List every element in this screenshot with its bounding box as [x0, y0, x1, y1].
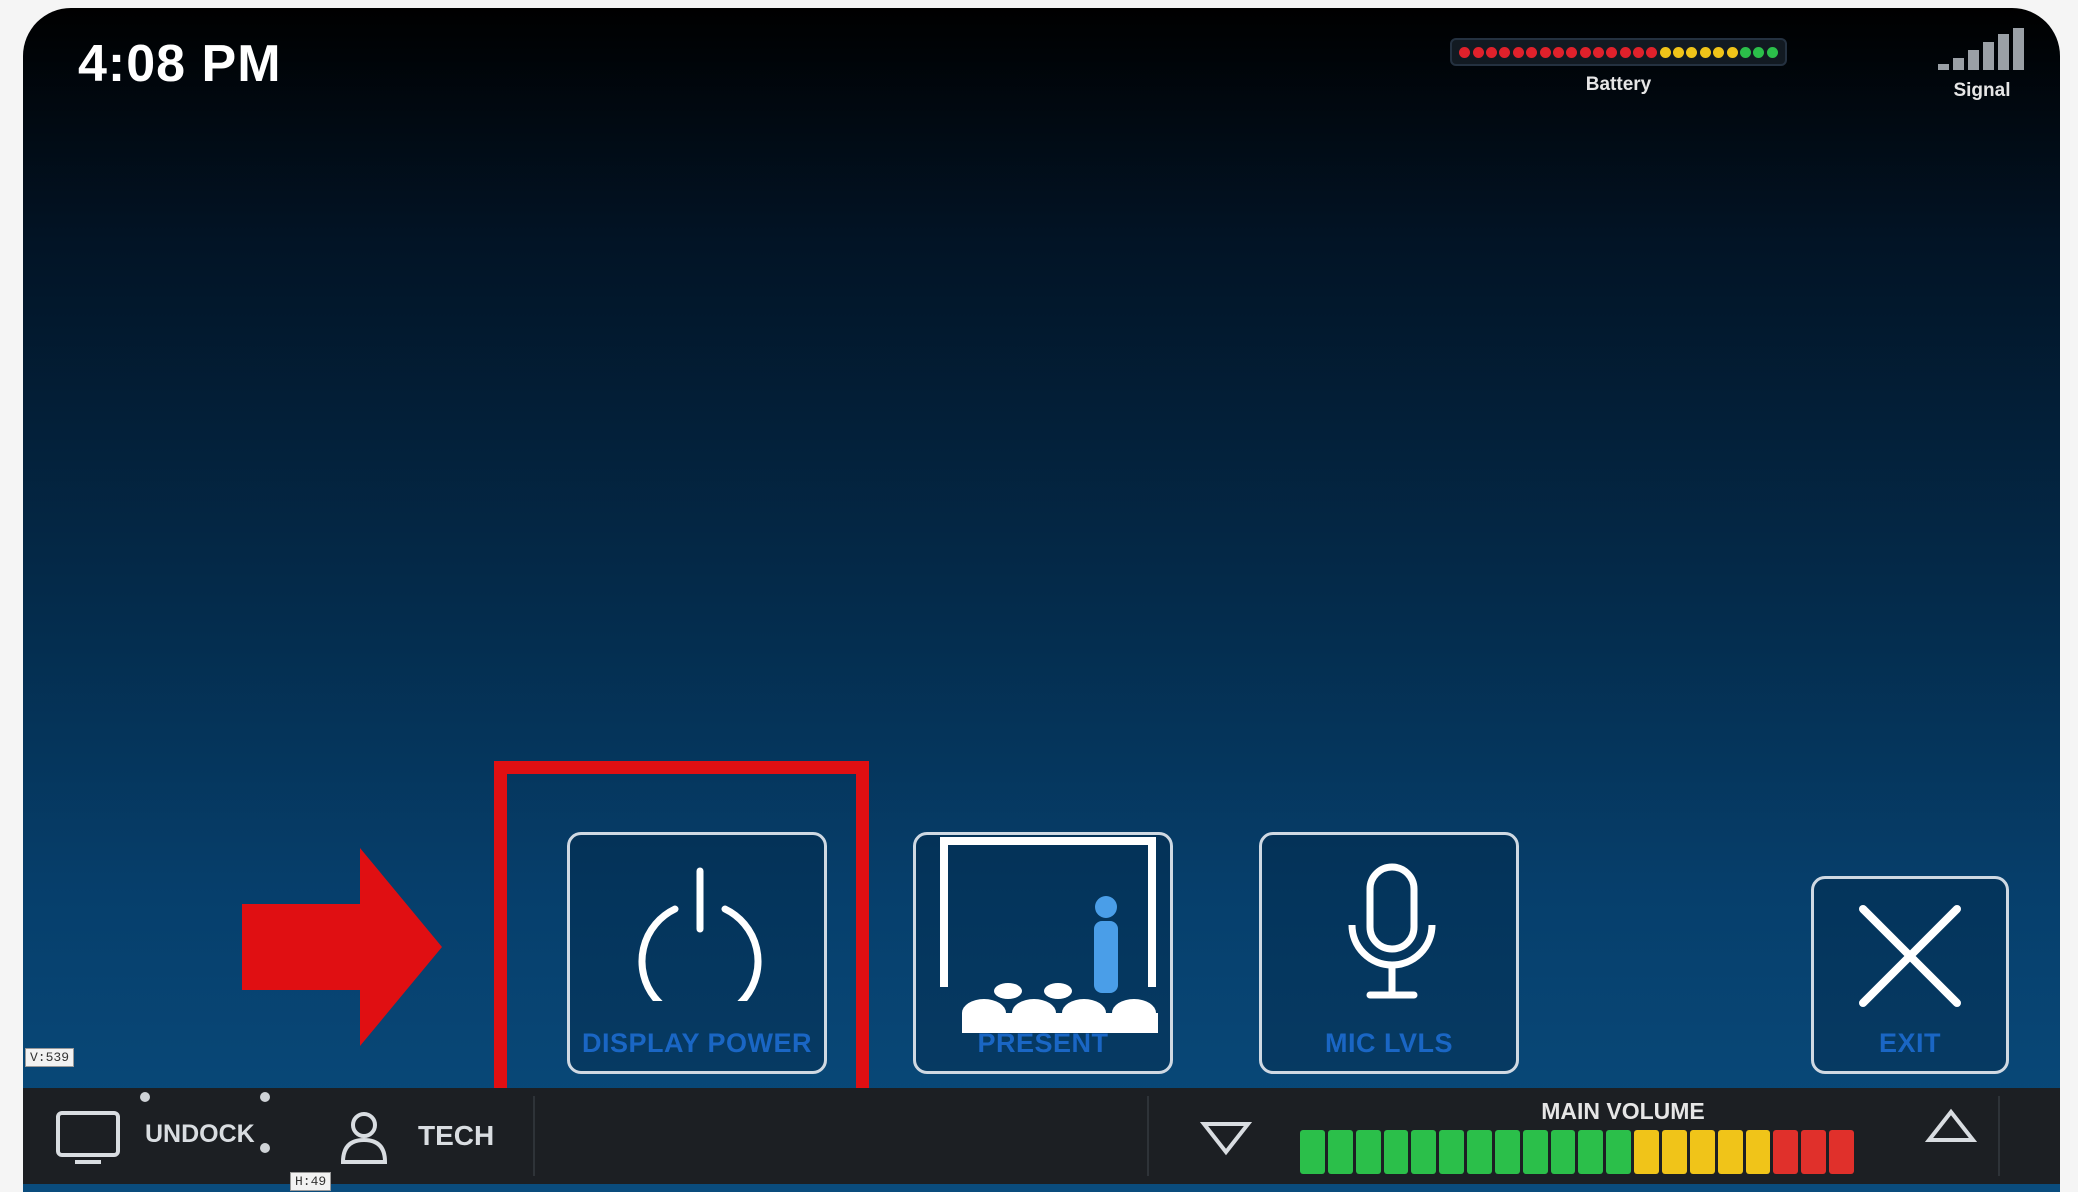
volume-segment: [1383, 1130, 1409, 1174]
indicator-dot: [260, 1092, 270, 1102]
undock-button[interactable]: UNDOCK: [23, 1088, 293, 1184]
exit-label: EXIT: [1878, 1028, 1941, 1058]
tech-label: TECH: [418, 1120, 495, 1151]
battery-dot: [1766, 46, 1778, 58]
clock: 4:08 PM: [78, 35, 282, 93]
battery-dot: [1592, 46, 1604, 58]
mic-levels-label: MIC LVLS: [1325, 1028, 1453, 1058]
volume-segment: [1801, 1130, 1827, 1174]
volume-segment: [1439, 1130, 1465, 1174]
volume-segment: [1355, 1130, 1381, 1174]
monitor-icon: [56, 1111, 120, 1164]
battery-dot: [1552, 46, 1564, 58]
volume-segment: [1300, 1130, 1325, 1174]
divider: [533, 1096, 535, 1176]
volume-segment: [1606, 1130, 1632, 1174]
user-icon: [340, 1112, 388, 1164]
exit-button[interactable]: EXIT: [1811, 876, 2009, 1074]
mic-levels-button[interactable]: MIC LVLS: [1259, 832, 1519, 1074]
battery-dot: [1753, 46, 1765, 58]
presentation-screen-icon: [940, 837, 1158, 1033]
volume-segment: [1522, 1130, 1548, 1174]
divider: [1998, 1096, 2000, 1176]
volume-segment: [1661, 1130, 1687, 1174]
volume-segment: [1578, 1130, 1604, 1174]
pointer-arrow-icon: [242, 848, 442, 1046]
battery-level-bar: [1450, 38, 1787, 66]
battery-dot: [1699, 46, 1711, 58]
battery-dot: [1499, 46, 1511, 58]
battery-dot: [1606, 46, 1618, 58]
horizontal-coordinate-stamp: H:49: [290, 1172, 332, 1191]
volume-segment: [1550, 1130, 1576, 1174]
divider: [1147, 1096, 1149, 1176]
battery-dot: [1739, 46, 1751, 58]
battery-dot: [1566, 46, 1578, 58]
vertical-coordinate-stamp: V:539: [25, 1048, 75, 1067]
battery-indicator: Battery: [1450, 38, 1787, 95]
battery-dot: [1659, 46, 1671, 58]
battery-dot: [1726, 46, 1738, 58]
volume-segment: [1717, 1130, 1743, 1174]
volume-segment: [1494, 1130, 1520, 1174]
battery-dot: [1579, 46, 1591, 58]
volume-segment: [1745, 1130, 1771, 1174]
tech-button[interactable]: TECH: [323, 1088, 563, 1184]
battery-dot: [1619, 46, 1631, 58]
signal-label: Signal: [1953, 80, 2011, 101]
battery-dot: [1646, 46, 1658, 58]
signal-strength-icon: [1938, 28, 2028, 70]
volume-segment: [1773, 1130, 1799, 1174]
volume-segment: [1634, 1130, 1659, 1174]
battery-dot: [1686, 46, 1698, 58]
indicator-dot: [260, 1143, 270, 1153]
volume-segment: [1411, 1130, 1437, 1174]
highlight-box: [494, 761, 869, 1116]
battery-dot: [1713, 46, 1725, 58]
undock-label: UNDOCK: [145, 1120, 255, 1148]
volume-segment: [1467, 1130, 1492, 1174]
volume-down-button[interactable]: [1200, 1120, 1252, 1156]
volume-segment: [1829, 1130, 1854, 1174]
volume-meter[interactable]: [1300, 1130, 1854, 1174]
battery-label: Battery: [1585, 74, 1652, 95]
main-volume-label: MAIN VOLUME: [1541, 1098, 1705, 1124]
battery-dot: [1472, 46, 1484, 58]
battery-dot: [1539, 46, 1551, 58]
indicator-dot: [140, 1092, 150, 1102]
present-label: PRESENT: [977, 1028, 1109, 1058]
battery-dot: [1459, 46, 1471, 58]
battery-dot: [1633, 46, 1645, 58]
volume-segment: [1689, 1130, 1715, 1174]
present-button[interactable]: PRESENT: [913, 832, 1173, 1074]
signal-indicator: Signal: [1918, 28, 2028, 108]
microphone-icon: [1348, 863, 1436, 999]
close-icon: [1859, 905, 1961, 1007]
volume-segment: [1327, 1130, 1353, 1174]
battery-dot: [1526, 46, 1538, 58]
volume-up-button[interactable]: [1925, 1108, 1977, 1144]
battery-dot: [1486, 46, 1498, 58]
battery-dot: [1673, 46, 1685, 58]
battery-dot: [1512, 46, 1524, 58]
